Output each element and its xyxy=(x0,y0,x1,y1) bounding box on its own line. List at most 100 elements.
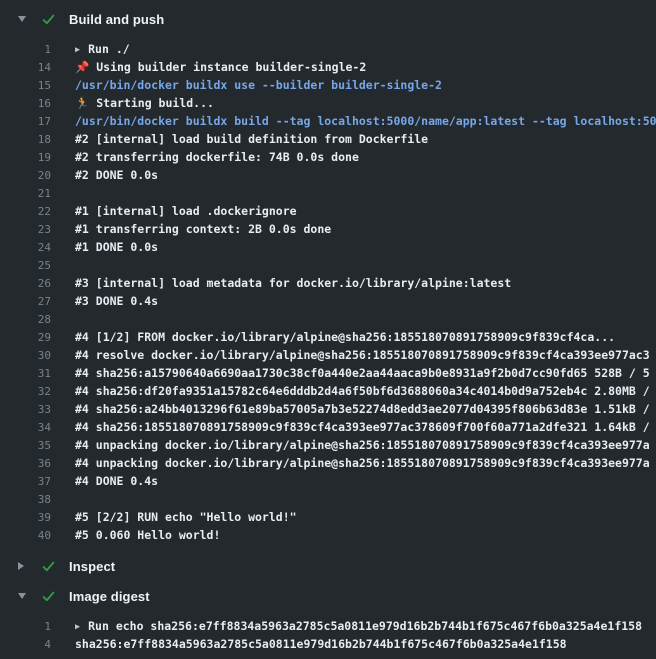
log-line: 24 #1 DONE 0.0s xyxy=(0,238,656,256)
log-text: #4 sha256:a24bb4013296f61e89ba57005a7b3e… xyxy=(75,402,656,416)
log-line: 31 #4 sha256:a15790640a6690aa1730c38cf0a4… xyxy=(0,364,656,382)
log-line: 16 🏃 Starting build... xyxy=(0,94,656,112)
log-text-content: 📌 Using builder instance builder-single-… xyxy=(75,60,366,74)
expand-group-play-icon[interactable]: ▶ xyxy=(75,622,80,632)
log-text: 🏃 Starting build... xyxy=(75,96,656,110)
line-number[interactable]: 35 xyxy=(0,439,51,452)
line-number[interactable]: 34 xyxy=(0,421,51,434)
log-line: 19 #2 transferring dockerfile: 74B 0.0s d… xyxy=(0,148,656,166)
chevron-down-icon xyxy=(18,16,28,22)
line-number[interactable]: 4 xyxy=(0,638,51,651)
line-number[interactable]: 38 xyxy=(0,493,51,506)
line-number[interactable]: 40 xyxy=(0,529,51,542)
log-text-content: #4 [1/2] FROM docker.io/library/alpine@s… xyxy=(75,330,615,344)
log-text-content: #4 sha256:185518070891758909c9f839cf4ca3… xyxy=(75,420,650,434)
log-text-content: #3 [internal] load metadata for docker.i… xyxy=(75,276,511,290)
line-number[interactable]: 25 xyxy=(0,259,51,272)
line-number[interactable]: 24 xyxy=(0,241,51,254)
log-text: #2 [internal] load build definition from… xyxy=(75,132,656,146)
log-text: #4 DONE 0.4s xyxy=(75,474,656,488)
expand-group-play-icon[interactable]: ▶ xyxy=(75,45,80,55)
line-number[interactable]: 15 xyxy=(0,79,51,92)
line-number[interactable]: 23 xyxy=(0,223,51,236)
section-header-inspect[interactable]: Inspect xyxy=(0,552,656,580)
line-number[interactable]: 20 xyxy=(0,169,51,182)
log-line: 30 #4 resolve docker.io/library/alpine@sh… xyxy=(0,346,656,364)
line-number[interactable]: 14 xyxy=(0,61,51,74)
check-icon xyxy=(40,558,56,574)
section-title: Inspect xyxy=(69,559,115,574)
section-header-build-and-push[interactable]: Build and push xyxy=(0,5,656,33)
line-number[interactable]: 1 xyxy=(0,620,51,633)
line-number[interactable]: 39 xyxy=(0,511,51,524)
log-text: #4 sha256:df20fa9351a15782c64e6dddb2d4a6… xyxy=(75,384,656,398)
log-text: #1 transferring context: 2B 0.0s done xyxy=(75,222,656,236)
log-text: #4 sha256:a15790640a6690aa1730c38cf0a440… xyxy=(75,366,656,380)
log-line: 17/usr/bin/docker buildx build --tag loc… xyxy=(0,112,656,130)
line-number[interactable]: 32 xyxy=(0,385,51,398)
line-number[interactable]: 31 xyxy=(0,367,51,380)
line-number[interactable]: 27 xyxy=(0,295,51,308)
log-text: #2 transferring dockerfile: 74B 0.0s don… xyxy=(75,150,656,164)
log-text: #4 [1/2] FROM docker.io/library/alpine@s… xyxy=(75,330,656,344)
log-line: 28 xyxy=(0,310,656,328)
log-text: #4 resolve docker.io/library/alpine@sha2… xyxy=(75,348,656,362)
log-line: 32 #4 sha256:df20fa9351a15782c64e6dddb2d4… xyxy=(0,382,656,400)
log-text: #4 unpacking docker.io/library/alpine@sh… xyxy=(75,456,656,470)
line-number[interactable]: 22 xyxy=(0,205,51,218)
log-text-content: #1 [internal] load .dockerignore xyxy=(75,204,297,218)
line-number[interactable]: 26 xyxy=(0,277,51,290)
line-number[interactable]: 37 xyxy=(0,475,51,488)
section-body-image-digest: 1 ▶ Run echo sha256:e7ff8834a5963a2785c5a0… xyxy=(0,610,656,659)
log-line: 25 xyxy=(0,256,656,274)
log-text-content: #1 DONE 0.0s xyxy=(75,240,158,254)
log-line: 29 #4 [1/2] FROM docker.io/library/alpine… xyxy=(0,328,656,346)
log-text: ▶ Run ./ xyxy=(75,42,656,56)
line-number[interactable]: 21 xyxy=(0,187,51,200)
line-number[interactable]: 36 xyxy=(0,457,51,470)
line-number[interactable]: 19 xyxy=(0,151,51,164)
log-text-content: #2 [internal] load build definition from… xyxy=(75,132,428,146)
line-number[interactable]: 16 xyxy=(0,97,51,110)
line-number[interactable]: 29 xyxy=(0,331,51,344)
line-number[interactable]: 1 xyxy=(0,43,51,56)
log-line: 37 #4 DONE 0.4s xyxy=(0,472,656,490)
log-section-build-and-push: Build and push 1 ▶ Run ./ 14 📌 Using builder … xyxy=(0,5,656,550)
log-text-content: #4 unpacking docker.io/library/alpine@sh… xyxy=(75,456,650,470)
log-line: 38 xyxy=(0,490,656,508)
log-line: 23 #1 transferring context: 2B 0.0s done xyxy=(0,220,656,238)
log-line: 15/usr/bin/docker buildx use --builder b… xyxy=(0,76,656,94)
log-text-content: #2 DONE 0.0s xyxy=(75,168,158,182)
log-line: 1 ▶ Run echo sha256:e7ff8834a5963a2785c5a0… xyxy=(0,617,656,635)
log-text: /usr/bin/docker buildx build --tag local… xyxy=(75,114,656,128)
section-header-image-digest[interactable]: Image digest xyxy=(0,582,656,610)
log-text: sha256:e7ff8834a5963a2785c5a0811e979d16b… xyxy=(75,637,656,651)
log-text-content: #4 sha256:a24bb4013296f61e89ba57005a7b3e… xyxy=(75,402,650,416)
log-text-content: Run echo sha256:e7ff8834a5963a2785c5a081… xyxy=(88,619,642,633)
log-text-content: #4 sha256:df20fa9351a15782c64e6dddb2d4a6… xyxy=(75,384,650,398)
section-body-build-and-push: 1 ▶ Run ./ 14 📌 Using builder instance build… xyxy=(0,33,656,550)
line-number[interactable]: 33 xyxy=(0,403,51,416)
log-text: #3 DONE 0.4s xyxy=(75,294,656,308)
line-number[interactable]: 30 xyxy=(0,349,51,362)
log-text-content: 🏃 Starting build... xyxy=(75,96,214,110)
line-number[interactable]: 28 xyxy=(0,313,51,326)
log-line: 34 #4 sha256:185518070891758909c9f839cf4c… xyxy=(0,418,656,436)
log-text: #5 [2/2] RUN echo "Hello world!" xyxy=(75,510,656,524)
log-line: 40#5 0.060 Hello world! xyxy=(0,526,656,544)
log-text-content: #1 transferring context: 2B 0.0s done xyxy=(75,222,331,236)
chevron-down-icon xyxy=(18,593,28,599)
log-text-content: /usr/bin/docker buildx build --tag local… xyxy=(75,114,656,128)
line-number[interactable]: 18 xyxy=(0,133,51,146)
log-line: 4 sha256:e7ff8834a5963a2785c5a0811e979d16… xyxy=(0,635,656,653)
line-number[interactable]: 17 xyxy=(0,115,51,128)
log-line: 39 #5 [2/2] RUN echo "Hello world!" xyxy=(0,508,656,526)
log-line: 36 #4 unpacking docker.io/library/alpine@… xyxy=(0,454,656,472)
log-text-content: sha256:e7ff8834a5963a2785c5a0811e979d16b… xyxy=(75,637,567,651)
log-text: ▶ Run echo sha256:e7ff8834a5963a2785c5a08… xyxy=(75,619,656,633)
log-text-content: #5 [2/2] RUN echo "Hello world!" xyxy=(75,510,297,524)
log-text-content: Run ./ xyxy=(88,42,130,56)
log-line: 33 #4 sha256:a24bb4013296f61e89ba57005a7b… xyxy=(0,400,656,418)
log-line: 35#4 unpacking docker.io/library/alpine@… xyxy=(0,436,656,454)
check-icon xyxy=(40,11,56,27)
